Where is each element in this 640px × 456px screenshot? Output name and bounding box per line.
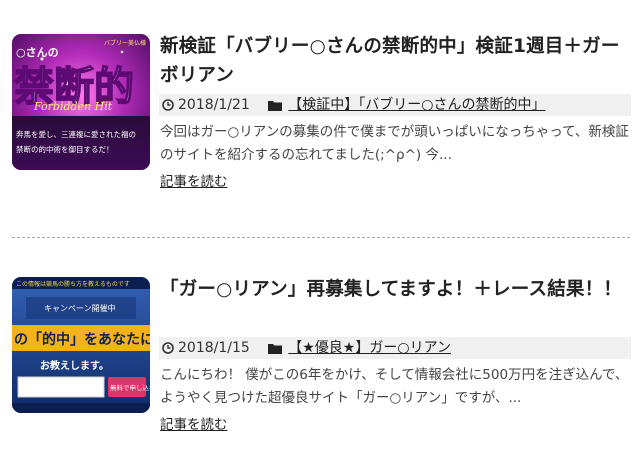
thumb-mid-text: キャンペーン開催中 [44, 303, 116, 313]
folder-icon [268, 343, 283, 354]
post-title[interactable]: 新検証「バブリー○さんの禁断的中」検証1週目＋ガーボリアン [160, 32, 630, 90]
thumb-caption-2: 禁断の的中術を御目するだ！ [16, 144, 114, 154]
post-meta: 2018/1/21 【検証中】「バブリー○さんの禁断的中」 [159, 94, 631, 116]
post-date: 2018/1/21 [178, 97, 250, 113]
thumb-top-text: この情報は競馬の勝ち方を教えるものです [16, 280, 130, 288]
thumb-caption-1: 奔馬を愛し、三連複に愛された福の [16, 129, 136, 139]
post-excerpt: 今回はガー○リアンの募集の件で僕までが頭いっぱいになっちゃって、新検証のサイトを… [160, 124, 629, 163]
post-divider [12, 237, 630, 238]
thumbnail-image-1: バブリー美仏様 ○さんの 禁断的 Forbidden Hit 奔馬を愛し、三連複… [12, 34, 150, 170]
clock-icon [162, 99, 174, 111]
post-excerpt: こんにちわ！ 僕がこの6年をかけ、そして情報会社に500万円を注ぎ込んで、 よう… [160, 367, 629, 406]
post-date: 2018/1/15 [178, 340, 250, 356]
post-thumbnail[interactable]: この情報は競馬の勝ち方を教えるものです キャンペーン開催中 の「的中」をあなたに… [12, 277, 150, 413]
post-category-link[interactable]: 【★優良★】ガー○リアン [288, 340, 451, 356]
thumb-sub-text: お教えします。 [40, 359, 109, 372]
read-more-link[interactable]: 記事を読む [160, 415, 228, 435]
post-category-link[interactable]: 【検証中】「バブリー○さんの禁断的中」 [288, 97, 545, 113]
post-meta: 2018/1/15 【★優良★】ガー○リアン [159, 337, 631, 359]
read-more-link[interactable]: 記事を読む [160, 172, 228, 192]
folder-icon [268, 100, 283, 111]
post-title[interactable]: 「ガー○リアン」再募集してますよ！＋レース結果！！ [160, 275, 630, 304]
clock-icon [162, 342, 174, 354]
thumb-button-text: 無料で申し込む [110, 383, 150, 392]
thumb-sub-text: Forbidden Hit [33, 100, 113, 113]
thumb-small-text: バブリー美仏様 [104, 39, 146, 47]
thumb-banner-text: の「的中」をあなたに [14, 331, 150, 348]
thumbnail-image-2: この情報は競馬の勝ち方を教えるものです キャンペーン開催中 の「的中」をあなたに… [12, 277, 150, 413]
post-thumbnail[interactable]: バブリー美仏様 ○さんの 禁断的 Forbidden Hit 奔馬を愛し、三連複… [12, 34, 150, 170]
thumb-heading-text: ○さんの [16, 46, 59, 59]
